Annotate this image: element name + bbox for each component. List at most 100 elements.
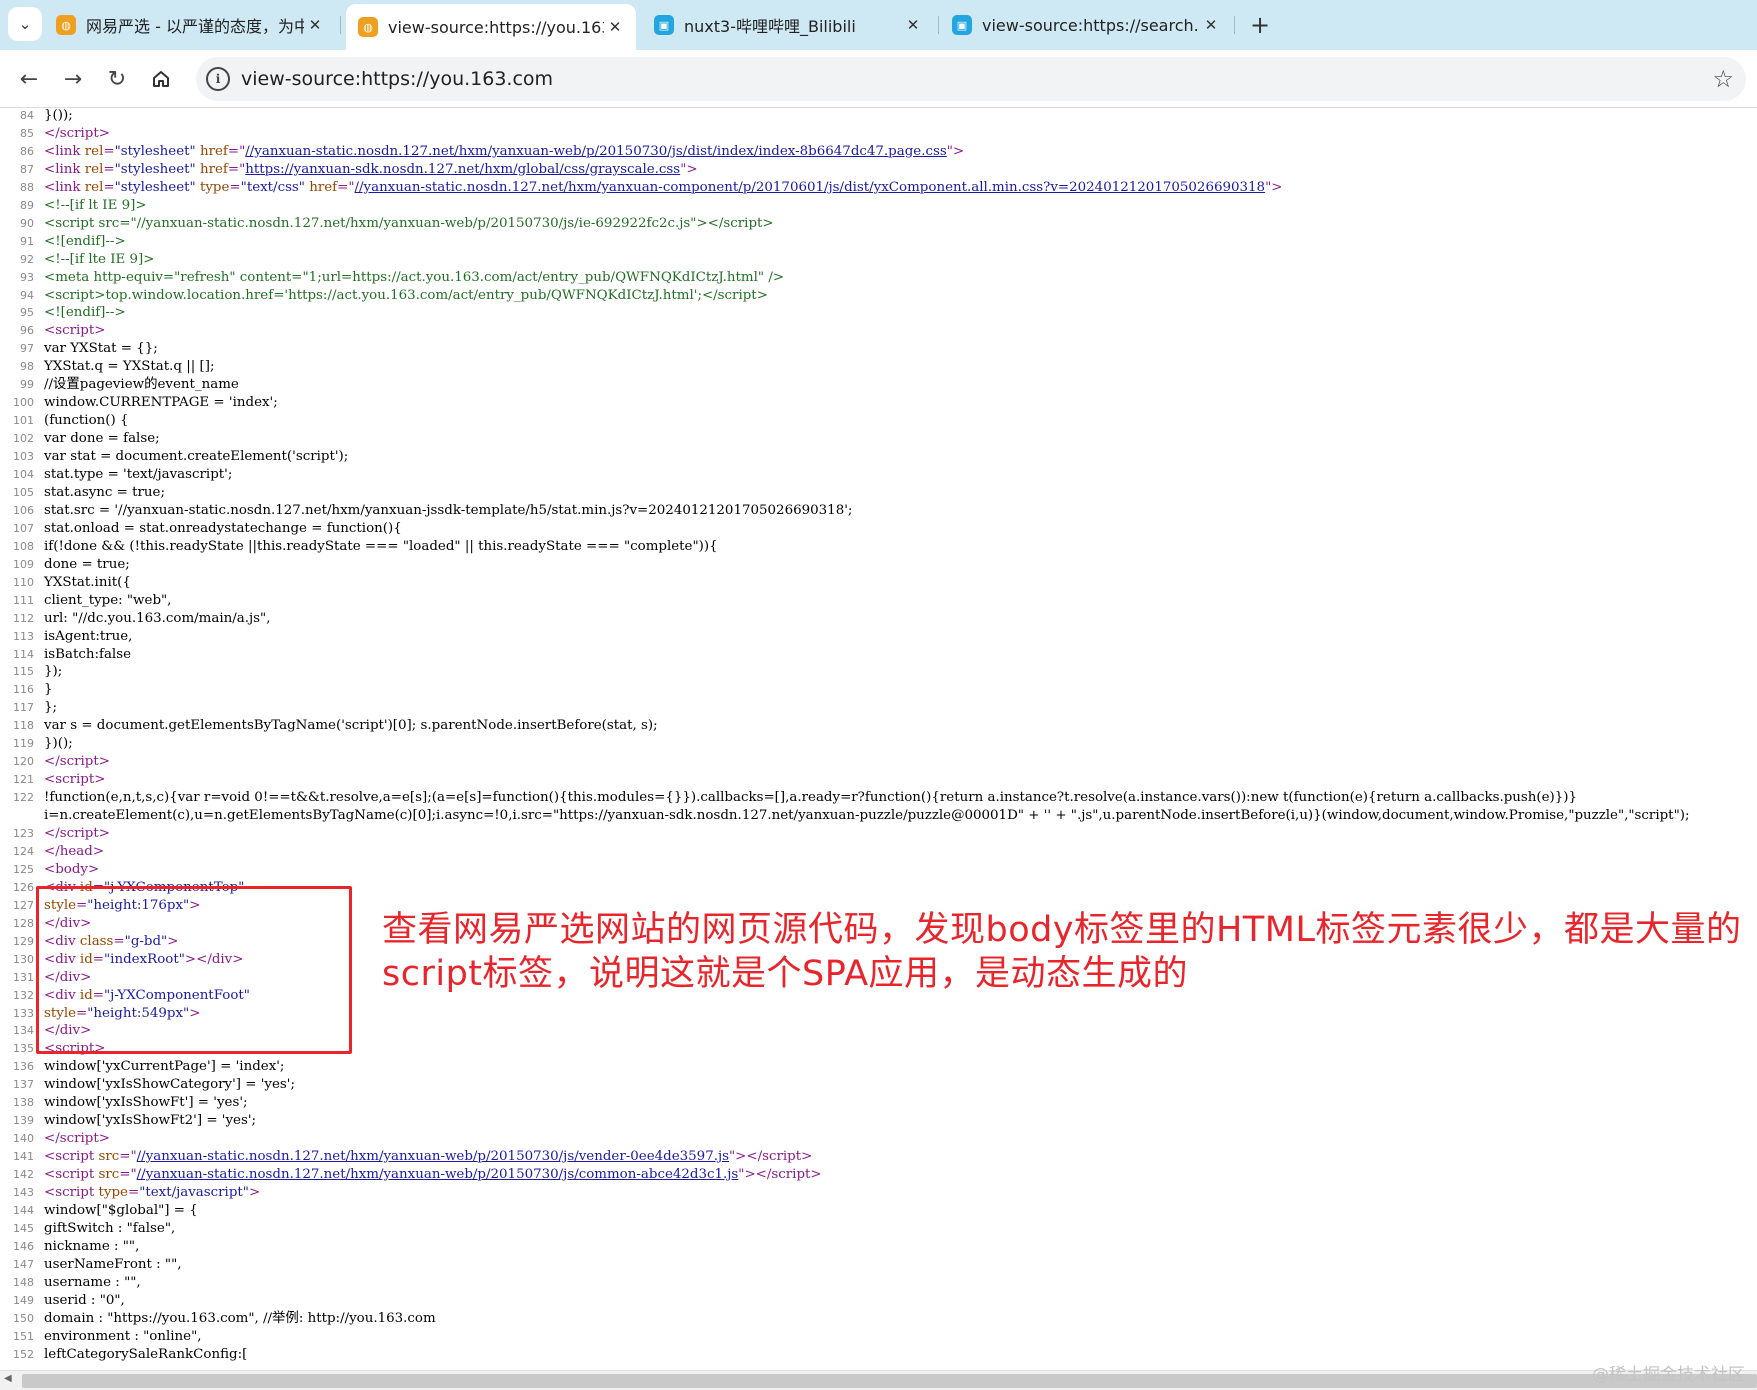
tab-search-dropdown[interactable]: ⌄ [8, 7, 42, 41]
line-number: 102 [13, 432, 34, 446]
source-line: 87 <link rel="stylesheet" href="https://y… [0, 161, 1757, 179]
tab-bilibili[interactable]: ▣ nuxt3-哔哩哔哩_Bilibili ✕ [654, 0, 924, 50]
source-line: 107 stat.onload = stat.onreadystatechange… [0, 520, 1757, 538]
line-code: window.CURRENTPAGE = 'index'; [44, 395, 278, 411]
line-code: <script>top.window.location.href='https:… [44, 287, 768, 303]
source-line: 92 <!--[if lte IE 9]> [0, 251, 1757, 269]
line-code: <![endif]--> [44, 233, 126, 249]
line-code: </script> [44, 125, 110, 141]
close-icon[interactable]: ✕ [304, 16, 326, 34]
line-code: (function() { [44, 413, 129, 429]
address-url[interactable]: view-source:https://you.163.com [241, 57, 553, 101]
line-code: var done = false; [44, 431, 160, 447]
line-number: 95 [20, 306, 34, 320]
line-number: 131 [13, 970, 34, 984]
reload-button[interactable]: ↻ [102, 64, 132, 94]
line-number: 111 [13, 593, 34, 607]
line-code: </head> [44, 843, 105, 859]
line-code: </script> [44, 1131, 110, 1147]
source-line: 142 <script src="//yanxuan-static.nosdn.1… [0, 1166, 1757, 1184]
source-line: 117}; [0, 699, 1757, 717]
source-line: 118 var s = document.getElementsByTagName… [0, 717, 1757, 735]
back-button[interactable]: ← [14, 64, 44, 94]
source-line: 91 <![endif]--> [0, 233, 1757, 251]
line-code: <![endif]--> [44, 305, 126, 321]
line-number: 125 [13, 862, 34, 876]
line-number: 90 [20, 216, 34, 230]
line-number: 127 [13, 898, 34, 912]
line-code: <script type="text/javascript"> [44, 1185, 261, 1200]
chevron-down-icon: ⌄ [18, 15, 32, 33]
source-line: 90 <script src="//yanxuan-static.nosdn.12… [0, 215, 1757, 233]
line-number: 129 [13, 934, 34, 948]
source-line: 89 <!--[if lt IE 9]> [0, 197, 1757, 215]
source-link[interactable]: //yanxuan-static.nosdn.127.net/hxm/yanxu… [137, 1149, 729, 1164]
new-tab-button[interactable]: + [1245, 10, 1275, 40]
line-number: 109 [13, 557, 34, 571]
line-code: url: "//dc.you.163.com/main/a.js", [44, 610, 271, 626]
address-bar[interactable]: i view-source:https://you.163.com ☆ [196, 57, 1746, 101]
line-code: window["$global"] = { [44, 1202, 198, 1218]
line-number: 126 [13, 880, 34, 894]
source-line: 143 <script type="text/javascript"> [0, 1184, 1757, 1202]
highlight-box [36, 886, 352, 1054]
source-line: 96 <script> [0, 322, 1757, 340]
line-number: 121 [13, 773, 34, 787]
source-line: 106 stat.src = '//yanxuan-static.nosdn.12… [0, 502, 1757, 520]
bookmark-star-icon[interactable]: ☆ [1712, 65, 1734, 93]
line-code: <body> [44, 861, 100, 877]
source-link[interactable]: https://yanxuan-sdk.nosdn.127.net/hxm/gl… [245, 162, 680, 177]
home-button[interactable] [146, 64, 176, 94]
line-code: <!--[if lte IE 9]> [44, 251, 155, 267]
line-number: 87 [20, 162, 34, 176]
line-number: 146 [13, 1239, 34, 1253]
line-code: domain : "https://you.163.com", //举例: ht… [44, 1310, 436, 1326]
line-number: 99 [20, 378, 34, 392]
source-line: 102 var done = false; [0, 430, 1757, 448]
tab-view-source-search[interactable]: ▣ view-source:https://search.bi ✕ [952, 0, 1222, 50]
line-code: var YXStat = {}; [44, 341, 158, 357]
line-number: 91 [20, 234, 34, 248]
scrollbar-thumb[interactable] [22, 1374, 1757, 1388]
source-line: 100 window.CURRENTPAGE = 'index'; [0, 394, 1757, 412]
source-line: 123 </script> [0, 825, 1757, 843]
close-icon[interactable]: ✕ [604, 18, 626, 36]
tab-netease-home[interactable]: ◍ 网易严选 - 以严谨的态度，为中 ✕ [56, 0, 326, 50]
source-line: 119})(); [0, 735, 1757, 753]
line-number: 135 [13, 1042, 34, 1056]
tab-view-source-you[interactable]: ◍ view-source:https://you.163.c ✕ [346, 4, 636, 50]
source-line: 103 var stat = document.createElement('sc… [0, 448, 1757, 466]
source-line: 125 <body> [0, 861, 1757, 879]
line-number: 93 [20, 270, 34, 284]
line-number: 88 [20, 180, 34, 194]
tab-title: 网易严选 - 以严谨的态度，为中 [86, 17, 304, 36]
source-line: 138 window['yxIsShowFt'] = 'yes'; [0, 1094, 1757, 1112]
line-number: 151 [13, 1329, 34, 1343]
netease-icon: ◍ [56, 15, 76, 35]
scroll-left-icon[interactable]: ◀ [4, 1373, 12, 1384]
watermark: @稀土掘金技术社区 [1592, 1365, 1745, 1385]
horizontal-scrollbar[interactable]: ◀ [0, 1370, 1757, 1390]
close-icon[interactable]: ✕ [902, 16, 924, 34]
close-icon[interactable]: ✕ [1200, 16, 1222, 34]
bilibili-icon: ▣ [654, 15, 674, 35]
source-link[interactable]: //yanxuan-static.nosdn.127.net/hxm/yanxu… [245, 144, 946, 159]
line-code: isBatch:false [44, 646, 132, 662]
source-link[interactable]: //yanxuan-static.nosdn.127.net/hxm/yanxu… [137, 1167, 739, 1182]
line-number: 101 [13, 414, 34, 428]
source-line: 121 <script> [0, 771, 1757, 789]
line-number: 89 [20, 198, 34, 212]
forward-button[interactable]: → [58, 64, 88, 94]
line-code: username : "", [44, 1274, 141, 1290]
source-line: 86 <link rel="stylesheet" href="//yanxuan… [0, 143, 1757, 161]
line-number: 124 [13, 844, 34, 858]
site-info-icon[interactable]: i [206, 67, 230, 91]
reload-icon: ↻ [107, 66, 127, 92]
line-code: })(); [44, 736, 73, 752]
source-link[interactable]: //yanxuan-static.nosdn.127.net/hxm/yanxu… [355, 180, 1266, 195]
line-code: if(!done && (!this.readyState ||this.rea… [44, 538, 718, 554]
line-number: 120 [13, 755, 34, 769]
line-code: var stat = document.createElement('scrip… [44, 449, 349, 465]
source-line: 113 isAgent:true, [0, 628, 1757, 646]
source-line: 144 window["$global"] = { [0, 1202, 1757, 1220]
